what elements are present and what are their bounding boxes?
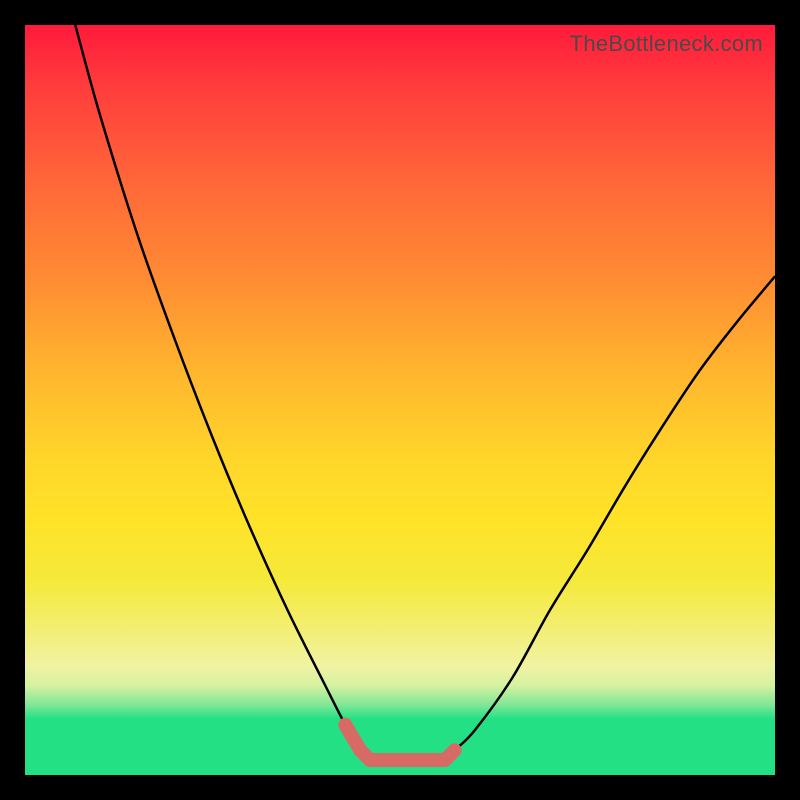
bottom-mark bbox=[345, 725, 454, 760]
chart-frame: TheBottleneck.com bbox=[0, 0, 800, 800]
chart-svg bbox=[25, 25, 775, 775]
left-curve bbox=[75, 25, 370, 760]
chart-plot-area: TheBottleneck.com bbox=[25, 25, 775, 775]
right-curve bbox=[445, 276, 775, 760]
